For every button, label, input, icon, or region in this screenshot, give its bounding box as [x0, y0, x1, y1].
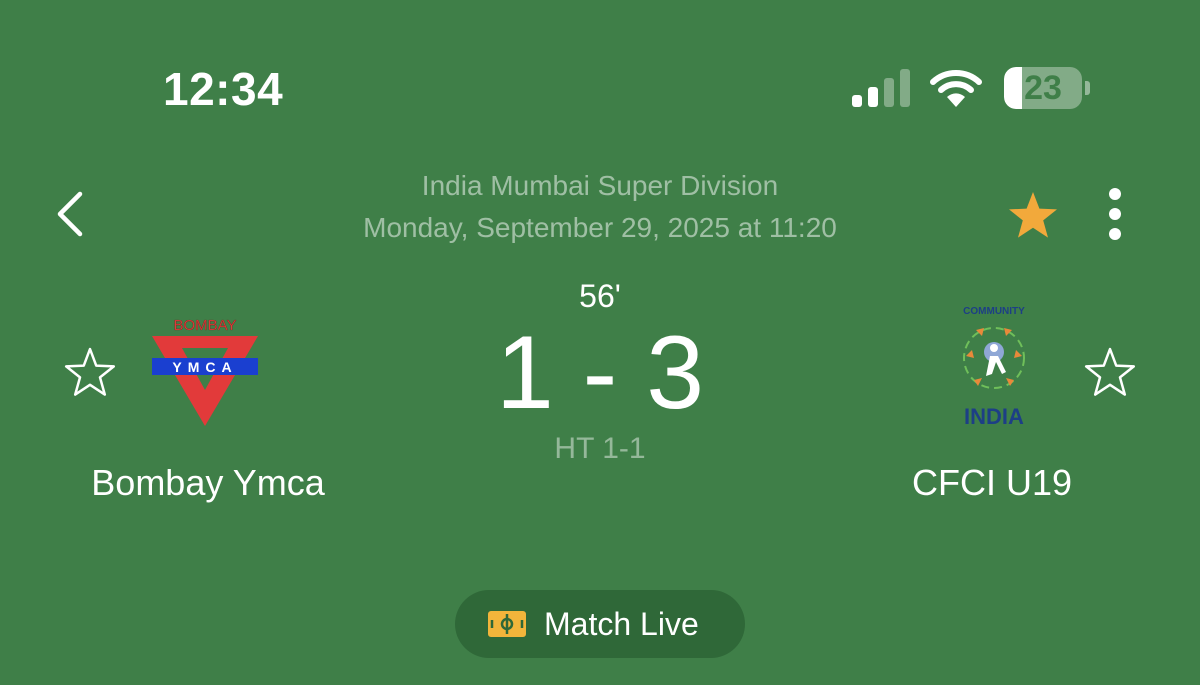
- match-score: 1 - 3: [495, 315, 705, 431]
- match-live-label: Match Live: [544, 606, 699, 642]
- football-pitch-icon: [488, 611, 526, 637]
- away-team-favorite-star-icon[interactable]: [1083, 346, 1137, 400]
- status-time: 12:34: [163, 63, 284, 115]
- cfci-logo: COMMUNITY INDIA: [963, 306, 1025, 429]
- wifi-icon: [930, 70, 982, 107]
- favorite-match-star-icon[interactable]: [1006, 190, 1060, 242]
- away-logo-text-top: COMMUNITY: [963, 306, 1025, 317]
- away-logo-text-bottom: INDIA: [964, 404, 1024, 429]
- more-options-button[interactable]: [1100, 186, 1130, 242]
- league-name[interactable]: India Mumbai Super Division: [300, 170, 900, 202]
- home-team-name[interactable]: Bombay Ymca: [60, 462, 356, 504]
- battery-level: 23: [1024, 69, 1062, 107]
- cellular-signal-icon: [852, 69, 910, 107]
- away-team-name[interactable]: CFCI U19: [850, 462, 1134, 504]
- bombay-ymca-logo: BOMBAY YMCA: [152, 317, 258, 426]
- halftime-score: HT 1-1: [554, 432, 646, 465]
- home-logo-text-top: BOMBAY: [173, 317, 236, 334]
- match-minute: 56': [579, 278, 621, 314]
- match-live-button[interactable]: Match Live: [455, 590, 745, 658]
- back-button[interactable]: [50, 188, 94, 240]
- match-datetime: Monday, September 29, 2025 at 11:20: [363, 212, 837, 243]
- battery-icon: 23: [1004, 67, 1090, 109]
- home-logo-text-band: YMCA: [172, 359, 237, 375]
- home-team-favorite-star-icon[interactable]: [63, 346, 117, 400]
